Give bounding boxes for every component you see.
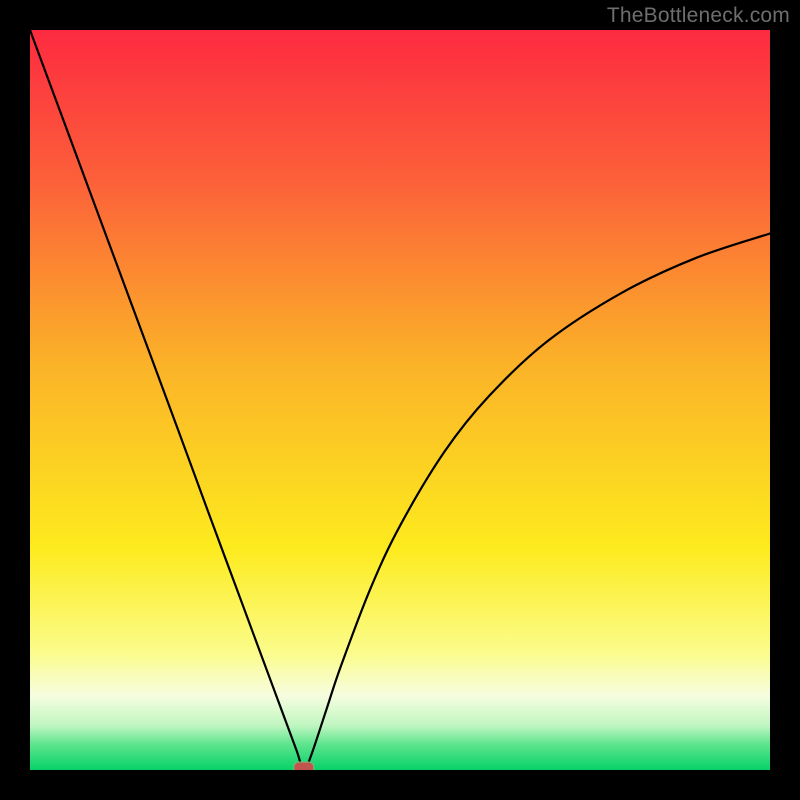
plot-area bbox=[30, 30, 770, 770]
chart-svg bbox=[30, 30, 770, 770]
chart-frame: TheBottleneck.com bbox=[0, 0, 800, 800]
gradient-background bbox=[30, 30, 770, 770]
optimal-point-marker bbox=[294, 762, 314, 770]
watermark-text: TheBottleneck.com bbox=[607, 4, 790, 28]
